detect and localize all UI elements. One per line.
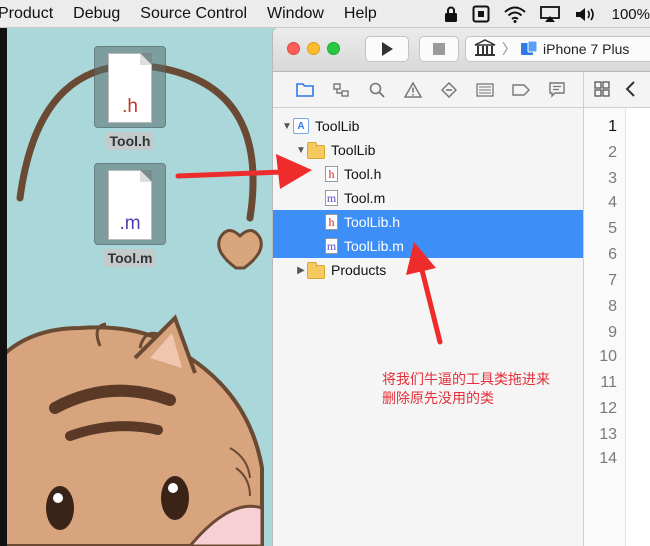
menu-help[interactable]: Help [334,5,387,23]
editor-jump-bar [583,72,650,108]
warning-icon[interactable] [395,78,431,102]
debug-navigator-icon[interactable] [467,78,503,102]
header-file-icon: h [325,166,338,182]
source-control-navigator-icon[interactable] [323,78,359,102]
disclosure-open-icon[interactable]: ▼ [295,145,307,156]
navigator-item[interactable]: ▼ ToolLib [273,138,583,162]
status-area: 100% [444,0,650,27]
folder-icon [307,141,325,159]
implementation-file-icon: m [325,190,338,206]
line-number: 8 [608,298,617,315]
xcode-project-icon: A [293,118,309,134]
navigator-item[interactable]: h ToolLib.h [273,210,583,234]
screen-share-icon[interactable] [472,5,490,23]
annotation-line-2: 删除原先没用的类 [382,390,494,406]
search-icon[interactable] [359,78,395,102]
test-diamond-icon[interactable] [431,78,467,102]
wifi-icon[interactable] [503,6,526,23]
header-file-icon: h [325,214,338,230]
dark-window-edge [0,28,7,546]
project-navigator: ▼ A ToolLib ▼ ToolLib h Tool.h m Tool.m h ToolLib.… [273,108,583,546]
navigator-item-label: ToolLib [331,142,376,158]
disclosure-closed-icon[interactable]: ▶ [295,265,307,276]
navigator-item-label: ToolLib.m [344,238,404,254]
line-number: 14 [599,450,617,467]
source-editor[interactable]: 1 2 3 4 5 6 7 8 9 10 11 12 13 14 [583,108,650,546]
file-name: Tool.h [105,132,155,150]
navigator-item[interactable]: ▼ A ToolLib [273,114,583,138]
device-name: iPhone 7 Plus [543,41,630,57]
line-number: 2 [608,144,617,161]
file-extension: .m [119,213,141,234]
navigator-item-label: Tool.m [344,190,386,206]
menu-debug[interactable]: Debug [63,5,130,23]
file-name: Tool.m [103,249,157,267]
device-icon [520,40,538,59]
lock-icon[interactable] [444,6,458,23]
folder-icon [307,261,325,279]
menu-source-control[interactable]: Source Control [130,5,257,23]
menu-window[interactable]: Window [257,5,334,23]
navigator-selector-bar [273,72,583,108]
line-number: 13 [599,426,617,443]
folder-navigator-icon[interactable] [287,78,323,102]
line-number: 3 [608,170,617,187]
navigator-item[interactable]: h Tool.h [273,162,583,186]
navigator-item-label: ToolLib [315,118,360,134]
play-icon [382,42,393,56]
xcode-window: 〉 iPhone 7 Plus ▼ A ToolLib ▼ ToolLib h … [272,28,650,546]
disclosure-open-icon[interactable]: ▼ [281,121,293,132]
stop-icon [433,43,445,55]
line-number: 6 [608,246,617,263]
menu-bar: Product Debug Source Control Window Help… [0,0,650,28]
file-thumbnail: .h [94,46,166,128]
annotation-text: 将我们牛逼的工具类拖进来 删除原先没用的类 [382,370,602,408]
scheme-icon [474,38,496,60]
line-number: 10 [599,348,617,365]
annotation-line-1: 将我们牛逼的工具类拖进来 [382,371,550,387]
zoom-window-button[interactable] [327,42,340,55]
run-button[interactable] [365,36,409,62]
line-number: 1 [608,118,617,135]
desktop-file-tool-m[interactable]: .m Tool.m [88,163,172,268]
volume-icon[interactable] [574,6,598,23]
report-icon[interactable] [539,78,575,102]
line-number: 9 [608,324,617,341]
related-items-icon[interactable] [594,81,610,102]
line-number: 5 [608,220,617,237]
navigator-item-label: Tool.h [344,166,382,182]
back-chevron-icon[interactable] [624,80,636,103]
window-toolbar: 〉 iPhone 7 Plus [273,28,650,72]
airplay-icon[interactable] [539,5,560,23]
breakpoint-icon[interactable] [503,78,539,102]
minimize-window-button[interactable] [307,42,320,55]
document-icon: .h [108,53,152,123]
desktop: .h Tool.h .m Tool.m [0,28,272,546]
navigator-item-label: Products [331,262,387,278]
battery-percent[interactable]: 100% [612,6,650,23]
scheme-selector[interactable]: 〉 iPhone 7 Plus [465,36,650,62]
menu-product[interactable]: Product [0,5,63,23]
navigator-item[interactable]: m Tool.m [273,186,583,210]
chevron-right-icon: 〉 [502,41,516,57]
navigator-item[interactable]: ▶ Products [273,258,583,282]
file-thumbnail: .m [94,163,166,245]
line-number-gutter: 1 2 3 4 5 6 7 8 9 10 11 12 13 14 [584,108,626,546]
desktop-file-tool-h[interactable]: .h Tool.h [88,46,172,151]
stop-button[interactable] [419,36,459,62]
navigator-item[interactable]: m ToolLib.m [273,234,583,258]
line-number: 4 [608,194,617,211]
line-number: 7 [608,272,617,289]
implementation-file-icon: m [325,238,338,254]
navigator-item-label: ToolLib.h [344,214,401,230]
document-icon: .m [108,170,152,240]
close-window-button[interactable] [287,42,300,55]
file-extension: .h [122,96,138,117]
